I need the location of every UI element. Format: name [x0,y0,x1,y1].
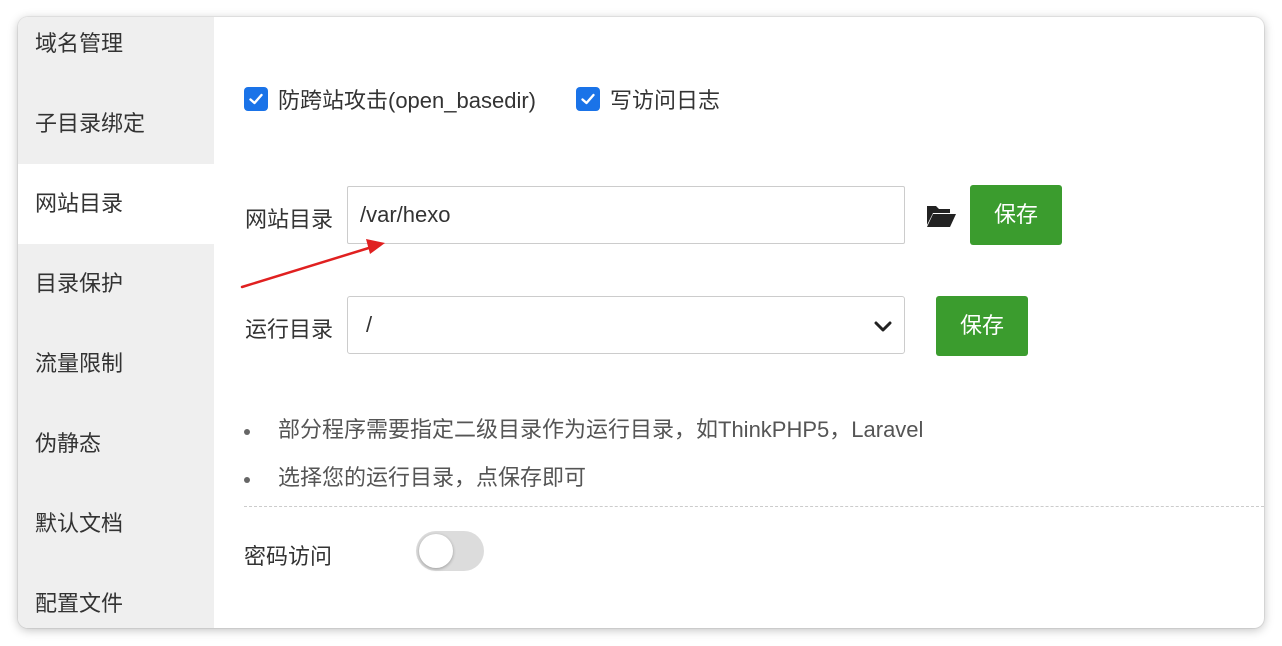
divider [244,506,1264,507]
access-log-checkbox[interactable]: 写访问日志 [576,83,720,115]
chevron-down-icon [874,321,892,332]
save-site-dir-button[interactable]: 保存 [970,185,1062,245]
folder-open-icon[interactable] [925,203,957,234]
site-settings-window: 域名管理 子目录绑定 网站目录 目录保护 流量限制 伪静态 默认文档 配置文件 … [18,17,1264,628]
password-access-label: 密码访问 [244,544,333,569]
main-content: 防跨站攻击(open_basedir) 写访问日志 网站目录 /var/hexo… [214,17,1264,628]
access-log-label: 写访问日志 [610,88,721,113]
toggle-knob [419,534,453,568]
anti-xss-checkbox[interactable]: 防跨站攻击(open_basedir) [244,83,536,115]
bullet-icon [244,429,250,435]
sidebar-item-rewrite[interactable]: 伪静态 [18,404,214,484]
sidebar-item-subdirectory-binding[interactable]: 子目录绑定 [18,84,214,164]
sidebar-item-directory-protection[interactable]: 目录保护 [18,244,214,324]
check-icon[interactable] [244,87,268,111]
list-item: 部分程序需要指定二级目录作为运行目录，如ThinkPHP5，Laravel [244,413,923,461]
list-item: 选择您的运行目录，点保存即可 [244,461,923,509]
options-row: 防跨站攻击(open_basedir) 写访问日志 [244,83,760,115]
run-dir-label: 运行目录 [245,317,334,342]
save-run-dir-button[interactable]: 保存 [936,296,1028,356]
password-access-toggle[interactable] [416,531,484,571]
bullet-icon [244,477,250,483]
check-icon[interactable] [576,87,600,111]
hint-text: 选择您的运行目录，点保存即可 [278,465,587,490]
site-dir-label: 网站目录 [245,207,334,232]
sidebar: 域名管理 子目录绑定 网站目录 目录保护 流量限制 伪静态 默认文档 配置文件 [18,17,214,628]
run-dir-selected-value: / [366,312,373,337]
hint-list: 部分程序需要指定二级目录作为运行目录，如ThinkPHP5，Laravel 选择… [244,413,923,509]
sidebar-item-domain-management[interactable]: 域名管理 [18,17,214,84]
sidebar-item-site-directory[interactable]: 网站目录 [18,164,214,244]
hint-text: 部分程序需要指定二级目录作为运行目录，如ThinkPHP5，Laravel [278,417,924,442]
run-dir-select[interactable]: / [347,296,905,354]
sidebar-item-default-document[interactable]: 默认文档 [18,484,214,564]
anti-xss-label: 防跨站攻击(open_basedir) [278,88,536,113]
sidebar-item-config-file[interactable]: 配置文件 [18,564,214,628]
sidebar-item-traffic-limit[interactable]: 流量限制 [18,324,214,404]
site-dir-input[interactable]: /var/hexo [347,186,905,244]
